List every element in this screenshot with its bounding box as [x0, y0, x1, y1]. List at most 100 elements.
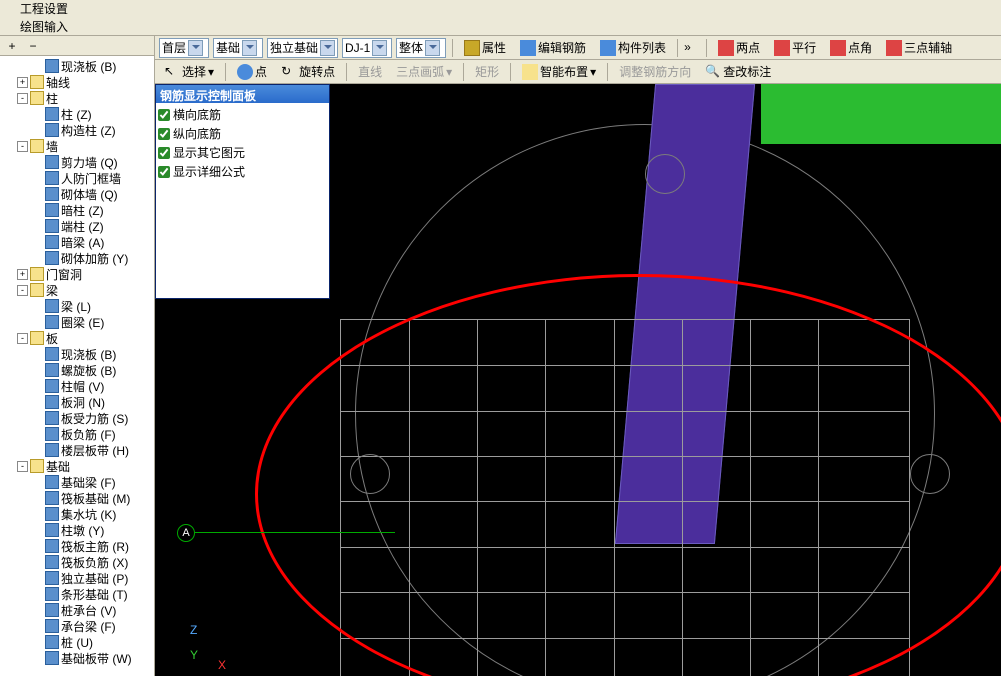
- tree-label: 筏板主筋 (R): [61, 538, 129, 555]
- category-combo[interactable]: 基础: [213, 38, 263, 58]
- chevron-down-icon[interactable]: [188, 40, 203, 56]
- rebar-display-panel[interactable]: 钢筋显示控制面板 横向底筋纵向底筋显示其它图元显示详细公式: [155, 84, 330, 299]
- tree-item[interactable]: 剪力墙 (Q): [2, 154, 154, 170]
- tree-toggle-icon[interactable]: -: [17, 333, 28, 344]
- axis-line: [195, 532, 395, 533]
- tree-toggle-icon[interactable]: -: [17, 141, 28, 152]
- point-angle-button[interactable]: 点角: [825, 38, 877, 58]
- member-list-button[interactable]: 构件列表: [595, 38, 671, 58]
- checkbox[interactable]: [158, 147, 170, 159]
- rotate-point-button[interactable]: ↻旋转点: [276, 62, 340, 82]
- tree-item[interactable]: 梁 (L): [2, 298, 154, 314]
- folder-icon: [30, 91, 44, 105]
- tree-item[interactable]: -梁: [2, 282, 154, 298]
- three-point-aux-button[interactable]: 三点辅轴: [881, 38, 957, 58]
- smart-place-button[interactable]: 智能布置 ▾: [517, 62, 601, 82]
- check-annotation-button[interactable]: 🔍查改标注: [700, 62, 776, 82]
- tree-item[interactable]: 基础梁 (F): [2, 474, 154, 490]
- tree-item[interactable]: 柱墩 (Y): [2, 522, 154, 538]
- member-combo[interactable]: DJ-1: [342, 38, 392, 58]
- tree-item[interactable]: + 轴线: [2, 74, 154, 90]
- tree-item[interactable]: 端柱 (Z): [2, 218, 154, 234]
- tree-item[interactable]: 筏板基础 (M): [2, 490, 154, 506]
- tree-item[interactable]: 桩 (U): [2, 634, 154, 650]
- tree-toggle-icon[interactable]: +: [17, 269, 28, 280]
- tree-item[interactable]: 板负筋 (F): [2, 426, 154, 442]
- tree-item[interactable]: 构造柱 (Z): [2, 122, 154, 138]
- z-axis-label: Z: [190, 623, 197, 637]
- tree-item[interactable]: 暗柱 (Z): [2, 202, 154, 218]
- tree-item[interactable]: 板洞 (N): [2, 394, 154, 410]
- tree-label: 梁 (L): [61, 298, 91, 315]
- tree-item[interactable]: 柱 (Z): [2, 106, 154, 122]
- tab-project-settings[interactable]: 工程设置: [20, 0, 68, 17]
- subcategory-combo[interactable]: 独立基础: [267, 38, 338, 58]
- tree-item[interactable]: -柱: [2, 90, 154, 106]
- display-option[interactable]: 显示其它图元: [158, 143, 327, 162]
- tree-item[interactable]: 楼层板带 (H): [2, 442, 154, 458]
- tree-toggle-icon[interactable]: +: [17, 77, 28, 88]
- toolbar-primary: 首层 基础 独立基础 DJ-1 整体 属性 编辑钢筋 构件列表 » 两点 平行 …: [155, 36, 1001, 60]
- tree-item[interactable]: 承台梁 (F): [2, 618, 154, 634]
- member-tree[interactable]: 现浇板 (B)+轴线-柱柱 (Z)构造柱 (Z)-墙剪力墙 (Q)人防门框墙砌体…: [0, 56, 154, 676]
- tree-item[interactable]: 柱帽 (V): [2, 378, 154, 394]
- point-angle-icon: [830, 40, 846, 56]
- floor-combo[interactable]: 首层: [159, 38, 209, 58]
- tree-item[interactable]: 筏板主筋 (R): [2, 538, 154, 554]
- tree-label: 轴线: [46, 74, 70, 91]
- tree-item[interactable]: -墙: [2, 138, 154, 154]
- checkbox[interactable]: [158, 166, 170, 178]
- tree-toggle-icon[interactable]: -: [17, 285, 28, 296]
- tree-item[interactable]: 暗梁 (A): [2, 234, 154, 250]
- tree-label: 砌体加筋 (Y): [61, 250, 128, 267]
- tree-item[interactable]: 螺旋板 (B): [2, 362, 154, 378]
- select-button[interactable]: ↖选择 ▾: [159, 62, 219, 82]
- tree-item[interactable]: 现浇板 (B): [2, 58, 154, 74]
- tab-drawing-input[interactable]: 绘图输入: [20, 18, 68, 35]
- chevron-down-icon[interactable]: [320, 40, 335, 56]
- chevron-down-icon[interactable]: [425, 40, 440, 56]
- edit-rebar-button[interactable]: 编辑钢筋: [515, 38, 591, 58]
- tree-label: 墙: [46, 138, 58, 155]
- tree-expand-button[interactable]: +: [3, 38, 21, 54]
- tree-panel: + − 现浇板 (B)+轴线-柱柱 (Z)构造柱 (Z)-墙剪力墙 (Q)人防门…: [0, 36, 155, 676]
- toolbar-secondary: ↖选择 ▾ 点 ↻旋转点 直线 三点画弧 ▾ 矩形 智能布置 ▾ 调整钢筋方向 …: [155, 60, 1001, 84]
- tree-item[interactable]: 筏板负筋 (X): [2, 554, 154, 570]
- display-option[interactable]: 纵向底筋: [158, 124, 327, 143]
- tree-item[interactable]: 圈梁 (E): [2, 314, 154, 330]
- scope-combo[interactable]: 整体: [396, 38, 446, 58]
- member-icon: [45, 571, 59, 585]
- tree-item[interactable]: -基础: [2, 458, 154, 474]
- point-button[interactable]: 点: [232, 62, 272, 82]
- properties-button[interactable]: 属性: [459, 38, 511, 58]
- tree-item[interactable]: 基础板带 (W): [2, 650, 154, 666]
- tree-label: 基础梁 (F): [61, 474, 116, 491]
- tree-item[interactable]: 集水坑 (K): [2, 506, 154, 522]
- tree-item[interactable]: 独立基础 (P): [2, 570, 154, 586]
- chevron-down-icon[interactable]: [372, 40, 387, 56]
- display-option[interactable]: 横向底筋: [158, 105, 327, 124]
- tree-item[interactable]: 桩承台 (V): [2, 602, 154, 618]
- tree-item[interactable]: +门窗洞: [2, 266, 154, 282]
- panel-title[interactable]: 钢筋显示控制面板: [156, 85, 329, 103]
- tree-item[interactable]: 人防门框墙: [2, 170, 154, 186]
- tree-toggle-icon[interactable]: -: [17, 461, 28, 472]
- chevron-down-icon[interactable]: [242, 40, 257, 56]
- tree-item[interactable]: 砌体加筋 (Y): [2, 250, 154, 266]
- checkbox[interactable]: [158, 128, 170, 140]
- overflow-icon[interactable]: »: [684, 40, 700, 56]
- tree-item[interactable]: -板: [2, 330, 154, 346]
- tree-collapse-button[interactable]: −: [24, 38, 42, 54]
- tree-item[interactable]: 板受力筋 (S): [2, 410, 154, 426]
- checkbox[interactable]: [158, 109, 170, 121]
- tree-item[interactable]: 现浇板 (B): [2, 346, 154, 362]
- parallel-button[interactable]: 平行: [769, 38, 821, 58]
- 3d-viewport[interactable]: A 1000 Z Y X 钢筋显示控制面板 横向底筋纵向底筋显示其它图元显示详细…: [155, 84, 1001, 676]
- two-point-button[interactable]: 两点: [713, 38, 765, 58]
- member-icon: [45, 107, 59, 121]
- tree-toggle-icon[interactable]: -: [17, 93, 28, 104]
- tree-item[interactable]: 砌体墙 (Q): [2, 186, 154, 202]
- display-option[interactable]: 显示详细公式: [158, 162, 327, 181]
- tree-item[interactable]: 条形基础 (T): [2, 586, 154, 602]
- tree-label: 条形基础 (T): [61, 586, 128, 603]
